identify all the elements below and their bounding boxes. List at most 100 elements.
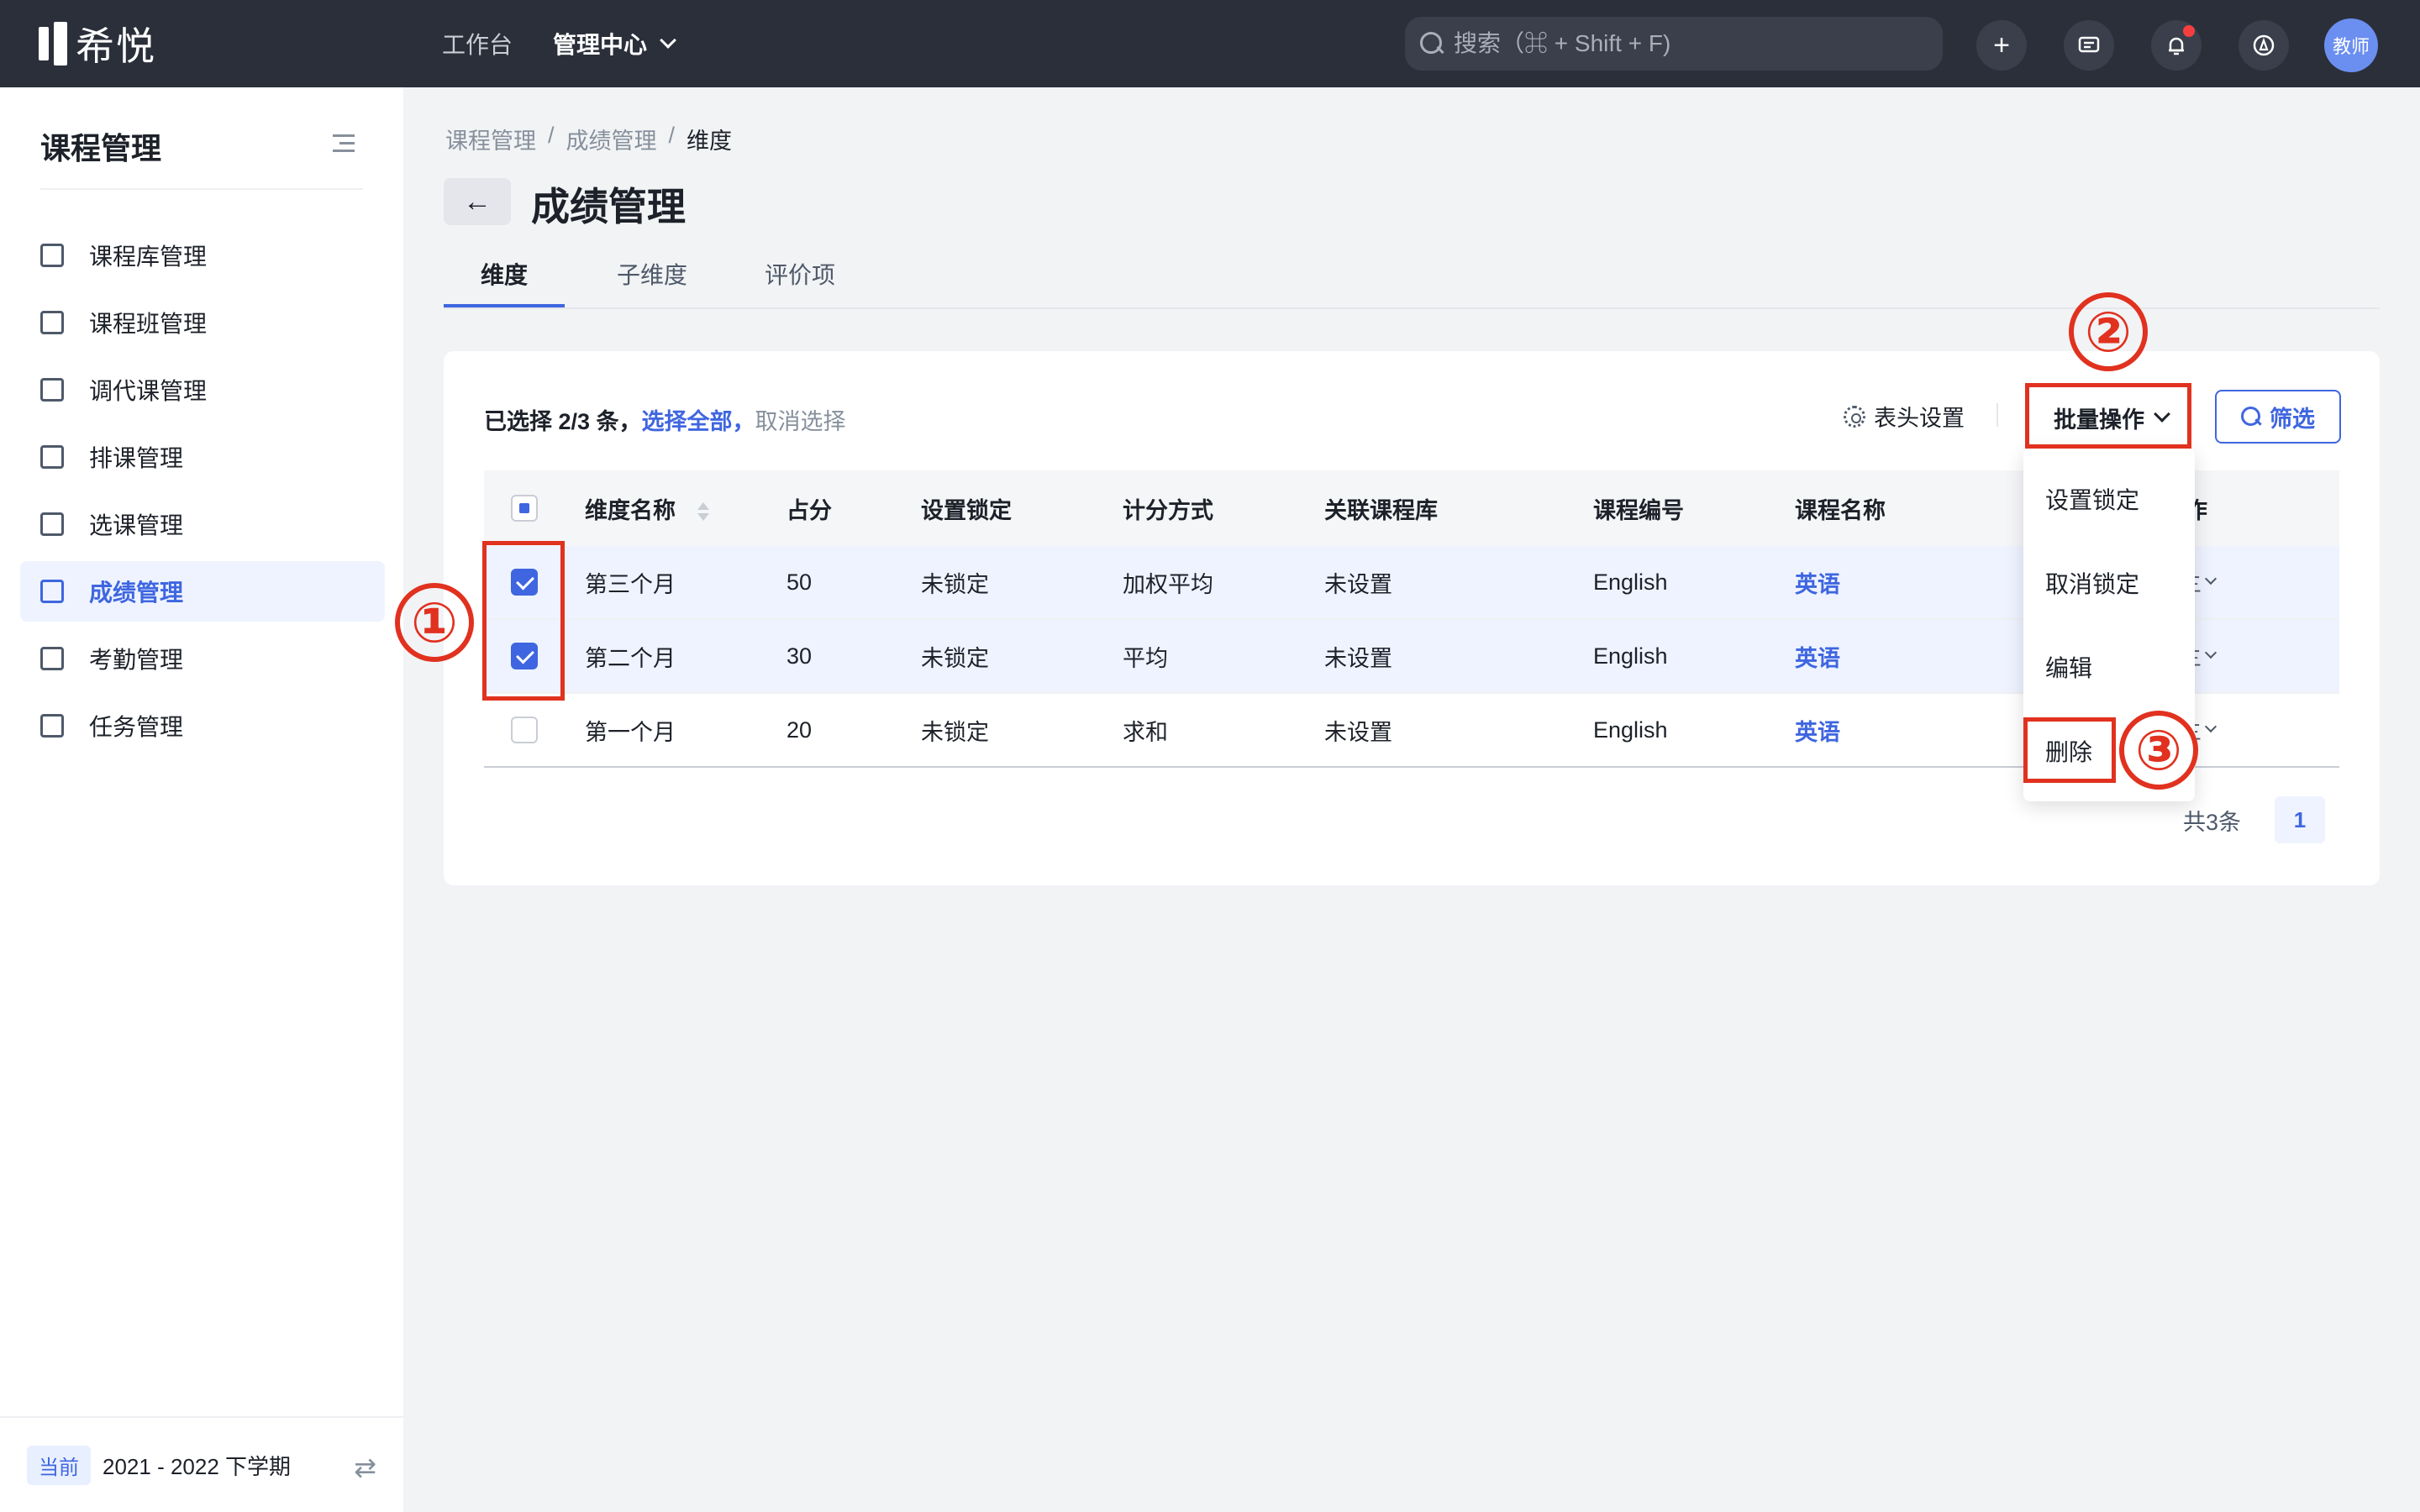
annotation-box-delete [2023, 717, 2116, 783]
cell-course-name-link[interactable]: 英语 [1795, 714, 1840, 747]
pagination-page-1[interactable]: 1 [2275, 796, 2326, 843]
app-switcher-button[interactable] [2238, 20, 2289, 71]
annotation-box-checkboxes [482, 541, 565, 701]
select-all-link[interactable]: 选择全部， [642, 409, 755, 434]
column-header-method: 计分方式 [1123, 497, 1213, 523]
menu-item-unlock[interactable]: 取消锁定 [2045, 566, 2139, 600]
chevron-down-icon [660, 32, 676, 49]
logo-mark-icon [39, 22, 69, 66]
messages-button[interactable] [2064, 20, 2114, 71]
back-button[interactable]: ← [444, 178, 511, 225]
menu-item-edit[interactable]: 编辑 [2045, 650, 2092, 684]
cell-method: 平均 [1123, 645, 1168, 671]
breadcrumb-separator: / [548, 123, 555, 148]
active-tab-indicator [444, 304, 565, 307]
chevron-down-icon [2204, 720, 2217, 733]
search-input[interactable] [1454, 30, 1924, 57]
grade-icon [40, 580, 64, 603]
row-checkbox[interactable] [511, 717, 538, 743]
global-search[interactable] [1405, 17, 1943, 71]
search-icon [1420, 32, 1444, 55]
column-header-lock: 设置锁定 [921, 497, 1012, 523]
sort-icon[interactable] [697, 499, 709, 524]
sidebar-item-grades[interactable]: 成绩管理 [20, 561, 385, 622]
pagination: 共3条 1 [2183, 796, 2326, 843]
column-header-name[interactable]: 维度名称 [585, 492, 709, 525]
column-header-score: 占分 [786, 497, 832, 523]
collapse-sidebar-icon[interactable] [333, 134, 355, 153]
header-settings-button[interactable]: 表头设置 [1844, 400, 1965, 433]
selection-info: 已选择 2/3 条，选择全部，取消选择 [484, 403, 846, 436]
notifications-button[interactable] [2151, 20, 2202, 71]
sidebar-item-course-library[interactable]: 课程库管理 [20, 225, 385, 286]
sidebar: 课程管理 课程库管理 课程班管理 调代课管理 排课管理 选课管理 成绩管理 考勤… [0, 87, 403, 1512]
sidebar-item-label: 调代课管理 [89, 378, 208, 404]
user-avatar[interactable]: 教师 [2324, 18, 2378, 72]
cell-score: 20 [786, 717, 813, 743]
select-all-checkbox[interactable] [511, 495, 538, 522]
breadcrumb-course-management[interactable]: 课程管理 [445, 123, 536, 155]
cell-library: 未设置 [1324, 571, 1392, 597]
breadcrumb-current: 维度 [687, 129, 733, 154]
search-icon [2241, 407, 2261, 427]
calendar-icon [40, 647, 64, 670]
filter-button[interactable]: 筛选 [2215, 390, 2341, 444]
sidebar-item-label: 选课管理 [89, 512, 184, 538]
column-header-name-label: 维度名称 [585, 497, 676, 523]
cancel-selection-link[interactable]: 取消选择 [755, 409, 846, 434]
cell-lock: 未锁定 [921, 719, 989, 745]
column-header-course-name: 课程名称 [1795, 497, 1886, 523]
app-logo[interactable]: 希悦 [39, 18, 156, 69]
sidebar-divider [40, 188, 363, 190]
sidebar-item-label: 考勤管理 [89, 647, 184, 673]
cell-method: 加权平均 [1123, 571, 1213, 597]
cell-course-name-link[interactable]: 英语 [1795, 640, 1840, 673]
filter-label: 筛选 [2270, 406, 2315, 432]
sidebar-item-label: 成绩管理 [89, 580, 184, 606]
check-course-icon [40, 512, 64, 536]
sidebar-item-tasks[interactable]: 任务管理 [20, 696, 385, 756]
cell-lock: 未锁定 [921, 645, 989, 671]
nav-management-center[interactable]: 管理中心 [553, 27, 676, 60]
switch-term-icon[interactable]: ⇄ [354, 1452, 376, 1483]
cell-lock: 未锁定 [921, 571, 989, 597]
tab-sub-dimension[interactable]: 子维度 [617, 257, 687, 318]
sidebar-item-substitution[interactable]: 调代课管理 [20, 360, 385, 420]
swap-course-icon [40, 378, 64, 402]
sidebar-title: 课程管理 [40, 131, 162, 165]
cell-course-name-link[interactable]: 英语 [1795, 566, 1840, 599]
cell-library: 未设置 [1324, 719, 1392, 745]
add-button[interactable]: + [1976, 20, 2027, 71]
cell-score: 50 [786, 569, 813, 595]
sidebar-item-course-class[interactable]: 课程班管理 [20, 292, 385, 353]
sidebar-item-attendance[interactable]: 考勤管理 [20, 628, 385, 689]
message-icon [2078, 36, 2100, 53]
cell-name: 第三个月 [585, 571, 676, 597]
breadcrumb-grade-management[interactable]: 成绩管理 [566, 123, 657, 155]
header-settings-label: 表头设置 [1874, 406, 1965, 431]
pagination-total: 共3条 [2183, 809, 2242, 835]
tab-dimension[interactable]: 维度 [481, 257, 528, 318]
tab-evaluation-item[interactable]: 评价项 [765, 257, 835, 318]
arrow-left-icon: ← [463, 185, 492, 218]
sidebar-item-label: 排课管理 [89, 445, 184, 471]
cell-name: 第一个月 [585, 719, 676, 745]
cell-name: 第二个月 [585, 645, 676, 671]
selection-count: 已选择 2/3 条， [484, 409, 642, 434]
task-icon [40, 714, 64, 738]
sidebar-menu: 课程库管理 课程班管理 调代课管理 排课管理 选课管理 成绩管理 考勤管理 任务… [20, 225, 385, 763]
annotation-number-2: ② [2069, 292, 2148, 371]
sidebar-item-label: 课程库管理 [89, 244, 208, 270]
annotation-number-3: ③ [2119, 711, 2198, 790]
cell-method: 求和 [1123, 719, 1168, 745]
list-icon [40, 244, 64, 267]
row-checkbox-cell [511, 717, 538, 743]
term-selector[interactable]: 当前 2021 - 2022 下学期 ⇄ [0, 1416, 403, 1512]
nav-workbench[interactable]: 工作台 [442, 27, 513, 60]
top-navigation-bar: 希悦 工作台 管理中心 + 教师 [0, 0, 2420, 87]
sidebar-item-scheduling[interactable]: 排课管理 [20, 427, 385, 487]
cell-course-code: English [1593, 717, 1668, 743]
cell-library: 未设置 [1324, 645, 1392, 671]
menu-item-set-lock[interactable]: 设置锁定 [2045, 482, 2139, 516]
sidebar-item-course-selection[interactable]: 选课管理 [20, 494, 385, 554]
